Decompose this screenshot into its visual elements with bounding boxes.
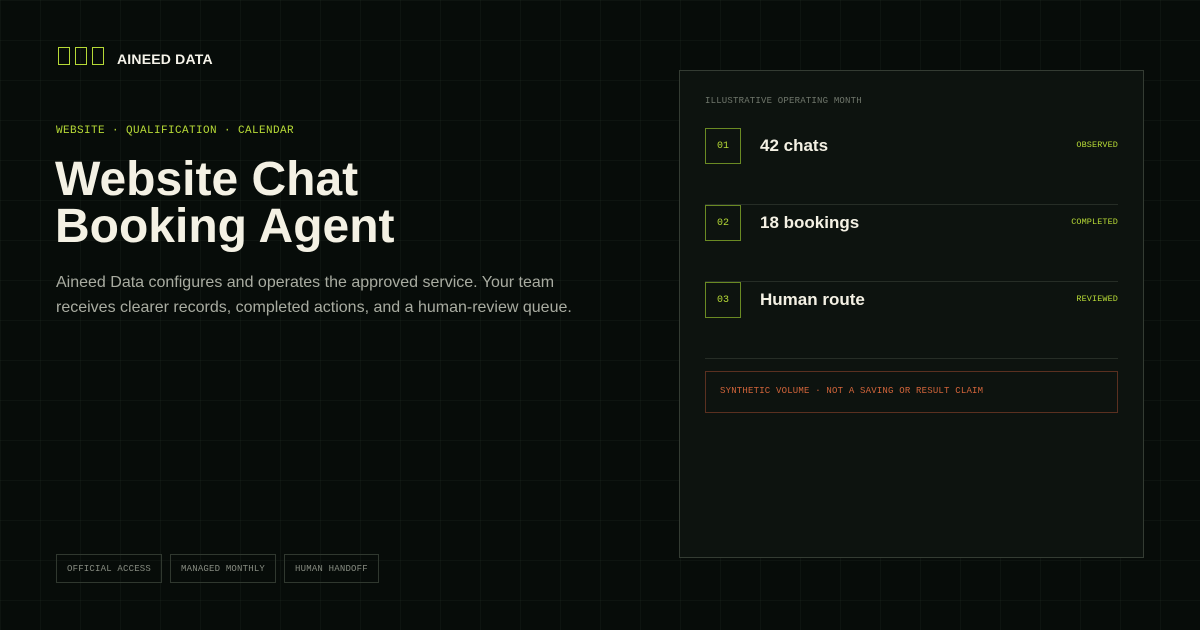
brand: AINEED DATA [58,45,213,67]
status-badge: REVIEWED [1076,294,1118,304]
metric-row-human-route: 03 Human route REVIEWED [705,282,1118,359]
tag-human-handoff: HUMAN HANDOFF [284,554,379,583]
tag-official-access: OFFICIAL ACCESS [56,554,163,583]
status-badge: OBSERVED [1076,140,1118,150]
disclaimer-notice: SYNTHETIC VOLUME · NOT A SAVING OR RESUL… [705,371,1118,413]
row-title: 42 chats [760,136,829,155]
metric-list: 01 42 chats OBSERVED 02 18 bookings COMP… [705,128,1118,359]
row-number-badge: 02 [705,205,741,241]
page-title: Website Chat Booking Agent [55,153,395,253]
brand-logo-icon [58,47,104,65]
tag-managed-monthly: MANAGED MONTHLY [170,554,277,583]
status-badge: COMPLETED [1071,217,1118,227]
row-title: Human route [760,290,865,309]
panel-label: ILLUSTRATIVE OPERATING MONTH [705,96,862,106]
page-title-line-1: Website Chat [55,153,359,206]
metric-row-chats: 01 42 chats OBSERVED [705,128,1118,205]
operating-month-panel: ILLUSTRATIVE OPERATING MONTH 01 42 chats… [679,70,1144,558]
page-title-line-2: Booking Agent [55,200,395,253]
feature-tags: OFFICIAL ACCESS MANAGED MONTHLY HUMAN HA… [56,554,379,583]
eyebrow-text: WEBSITE · QUALIFICATION · CALENDAR [56,125,295,137]
metric-row-bookings: 02 18 bookings COMPLETED [705,205,1118,282]
row-number-badge: 01 [705,128,741,164]
row-title: 18 bookings [760,213,860,232]
hero-description: Aineed Data configures and operates the … [56,274,572,316]
row-number-badge: 03 [705,282,741,318]
brand-name: AINEED DATA [117,51,213,67]
